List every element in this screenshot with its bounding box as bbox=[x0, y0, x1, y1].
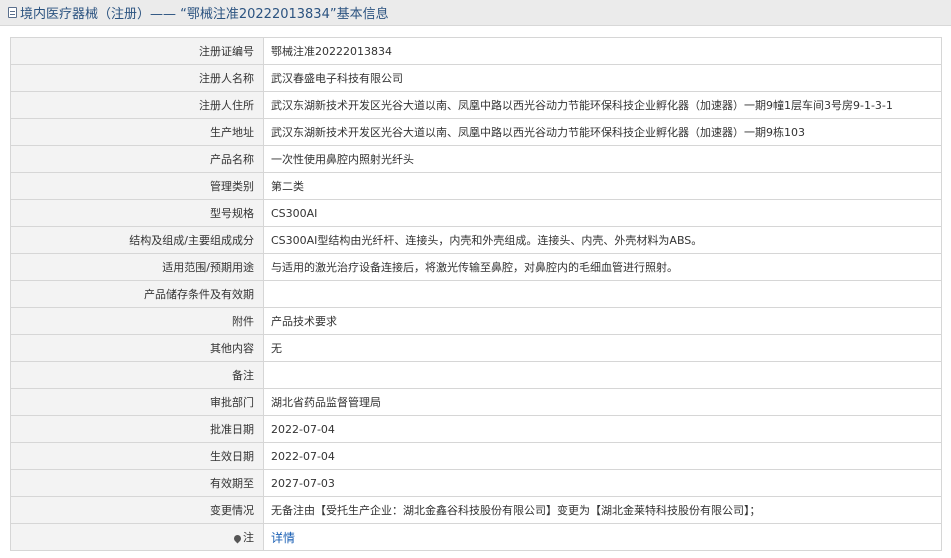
details-link[interactable]: 详情 bbox=[271, 531, 295, 545]
table-row: 适用范围/预期用途 与适用的激光治疗设备连接后，将激光传输至鼻腔，对鼻腔内的毛细… bbox=[10, 253, 942, 281]
table-row: 审批部门 湖北省药品监督管理局 bbox=[10, 388, 942, 416]
table-row: 注册人名称 武汉春盛电子科技有限公司 bbox=[10, 64, 942, 92]
row-label: 附件 bbox=[10, 307, 264, 335]
row-label: 批准日期 bbox=[10, 415, 264, 443]
row-value: 2022-07-04 bbox=[263, 442, 942, 470]
table-row: 备注 bbox=[10, 361, 942, 389]
row-label: 产品储存条件及有效期 bbox=[10, 280, 264, 308]
row-label: 注册人住所 bbox=[10, 91, 264, 119]
row-value: 湖北省药品监督管理局 bbox=[263, 388, 942, 416]
table-row: 注册人住所 武汉东湖新技术开发区光谷大道以南、凤凰中路以西光谷动力节能环保科技企… bbox=[10, 91, 942, 119]
row-label: 注册证编号 bbox=[10, 37, 264, 65]
row-value: 无 bbox=[263, 334, 942, 362]
table-row: 变更情况 无备注由【受托生产企业：湖北金鑫谷科技股份有限公司】变更为【湖北金莱特… bbox=[10, 496, 942, 524]
row-label: 审批部门 bbox=[10, 388, 264, 416]
table-row: 生效日期 2022-07-04 bbox=[10, 442, 942, 470]
row-value: 无备注由【受托生产企业：湖北金鑫谷科技股份有限公司】变更为【湖北金莱特科技股份有… bbox=[263, 496, 942, 524]
note-label-cell: 注 bbox=[10, 523, 264, 551]
row-label: 生效日期 bbox=[10, 442, 264, 470]
row-label: 变更情况 bbox=[10, 496, 264, 524]
row-label: 型号规格 bbox=[10, 199, 264, 227]
info-table: 注册证编号 鄂械注准20222013834 注册人名称 武汉春盛电子科技有限公司… bbox=[10, 37, 942, 551]
row-label: 有效期至 bbox=[10, 469, 264, 497]
table-row: 有效期至 2027-07-03 bbox=[10, 469, 942, 497]
table-row: 其他内容 无 bbox=[10, 334, 942, 362]
table-row: 产品名称 一次性使用鼻腔内照射光纤头 bbox=[10, 145, 942, 173]
row-value: 武汉东湖新技术开发区光谷大道以南、凤凰中路以西光谷动力节能环保科技企业孵化器（加… bbox=[263, 91, 942, 119]
pin-icon bbox=[232, 533, 243, 543]
row-value: CS300AI bbox=[263, 199, 942, 227]
note-value-cell: 详情 bbox=[263, 523, 942, 551]
row-value: 鄂械注准20222013834 bbox=[263, 37, 942, 65]
row-value: CS300AI型结构由光纤杆、连接头，内壳和外壳组成。连接头、内壳、外壳材料为A… bbox=[263, 226, 942, 254]
row-label: 管理类别 bbox=[10, 172, 264, 200]
page-header: 境内医疗器械（注册）—— “鄂械注准20222013834”基本信息 bbox=[0, 0, 951, 26]
table-row: 型号规格 CS300AI bbox=[10, 199, 942, 227]
row-value: 与适用的激光治疗设备连接后，将激光传输至鼻腔，对鼻腔内的毛细血管进行照射。 bbox=[263, 253, 942, 281]
table-row: 批准日期 2022-07-04 bbox=[10, 415, 942, 443]
row-value: 一次性使用鼻腔内照射光纤头 bbox=[263, 145, 942, 173]
table-row: 结构及组成/主要组成成分 CS300AI型结构由光纤杆、连接头，内壳和外壳组成。… bbox=[10, 226, 942, 254]
row-label: 产品名称 bbox=[10, 145, 264, 173]
page-title: 境内医疗器械（注册）—— “鄂械注准20222013834”基本信息 bbox=[20, 7, 389, 22]
table-row: 生产地址 武汉东湖新技术开发区光谷大道以南、凤凰中路以西光谷动力节能环保科技企业… bbox=[10, 118, 942, 146]
row-label: 备注 bbox=[10, 361, 264, 389]
table-row: 注册证编号 鄂械注准20222013834 bbox=[10, 37, 942, 65]
row-label: 注册人名称 bbox=[10, 64, 264, 92]
table-row: 管理类别 第二类 bbox=[10, 172, 942, 200]
row-value: 武汉东湖新技术开发区光谷大道以南、凤凰中路以西光谷动力节能环保科技企业孵化器（加… bbox=[263, 118, 942, 146]
row-value bbox=[263, 361, 942, 389]
row-value: 2022-07-04 bbox=[263, 415, 942, 443]
note-label: 注 bbox=[243, 531, 254, 544]
table-row: 产品储存条件及有效期 bbox=[10, 280, 942, 308]
row-value: 第二类 bbox=[263, 172, 942, 200]
row-value bbox=[263, 280, 942, 308]
row-value: 2027-07-03 bbox=[263, 469, 942, 497]
row-label: 适用范围/预期用途 bbox=[10, 253, 264, 281]
table-row: 附件 产品技术要求 bbox=[10, 307, 942, 335]
row-value: 武汉春盛电子科技有限公司 bbox=[263, 64, 942, 92]
row-label: 其他内容 bbox=[10, 334, 264, 362]
document-icon bbox=[8, 7, 17, 18]
row-label: 生产地址 bbox=[10, 118, 264, 146]
row-label: 结构及组成/主要组成成分 bbox=[10, 226, 264, 254]
row-value: 产品技术要求 bbox=[263, 307, 942, 335]
note-row: 注 详情 bbox=[10, 523, 942, 551]
